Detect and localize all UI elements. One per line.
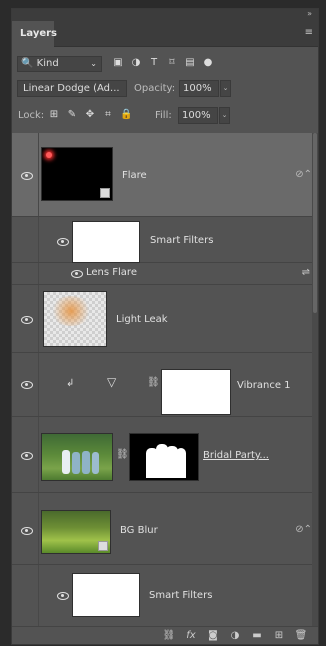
smart-filters-bg-blur[interactable]: Smart Filters	[12, 565, 318, 628]
layer-mask-thumbnail	[129, 433, 199, 481]
layer-thumbnail	[41, 147, 113, 201]
lock-transparent-pixels-icon[interactable]: ⊞	[48, 109, 60, 121]
smart-filter-link-icon[interactable]: ⊘⌃	[295, 524, 312, 535]
delete-layer-icon[interactable]: 🗑	[294, 629, 308, 643]
photo-figure	[72, 452, 80, 474]
adjustment-filter-icon[interactable]: ◑	[130, 57, 142, 69]
panel-menu-icon[interactable]: ≡	[305, 27, 313, 38]
lock-image-pixels-icon[interactable]: ✎	[66, 109, 78, 121]
link-icon[interactable]: ⛓	[116, 449, 129, 460]
light-leak-glow	[50, 296, 92, 326]
opacity-dropdown-icon[interactable]: ⌄	[220, 80, 231, 97]
link-icon[interactable]: ⛓	[147, 377, 160, 388]
fill-input[interactable]: 100%	[178, 107, 218, 124]
lock-artboard-icon[interactable]: ⌗	[102, 109, 114, 121]
smart-filter-mask-thumbnail	[72, 573, 140, 617]
panel-title-bar[interactable]: »	[12, 9, 318, 21]
type-filter-icon[interactable]: T	[148, 57, 160, 69]
filter-name: Lens Flare	[86, 267, 137, 278]
kind-filter-select[interactable]: 🔍 Kind ⌄	[17, 56, 102, 72]
clip-arrow-icon: ↲	[66, 378, 75, 389]
opacity-label: Opacity:	[134, 83, 176, 94]
layer-name[interactable]: Light Leak	[116, 314, 168, 325]
layer-bridal-party[interactable]: ⛓ Bridal Party...	[12, 417, 318, 493]
visibility-eye-icon[interactable]	[20, 315, 34, 325]
photo-figure	[82, 451, 90, 474]
lock-all-icon[interactable]: 🔒	[120, 109, 132, 121]
layer-light-leak[interactable]: Light Leak	[12, 285, 318, 353]
lock-row: Lock: ⊞ ✎ ✥ ⌗ 🔒 Fill: 100% ⌄	[12, 106, 318, 126]
smart-filter-mask-thumbnail	[72, 221, 140, 263]
layer-thumbnail	[43, 291, 107, 347]
visibility-eye-icon[interactable]	[20, 380, 34, 390]
filter-lens-flare[interactable]: Lens Flare ⇌	[12, 263, 318, 285]
layer-thumbnail	[41, 510, 111, 554]
filter-toggle-icon[interactable]: ●	[202, 57, 214, 69]
tab-layers[interactable]: Layers	[12, 21, 57, 47]
adjustment-mask-thumbnail	[161, 369, 231, 415]
kind-filter-label: Kind	[36, 58, 59, 69]
photo-figure	[62, 450, 70, 474]
layers-scrollbar[interactable]	[312, 133, 318, 628]
opacity-input[interactable]: 100%	[179, 80, 219, 97]
new-layer-icon[interactable]: ⊞	[272, 629, 286, 643]
fill-label: Fill:	[155, 110, 172, 121]
vibrance-adjustment-icon: ▽	[107, 375, 117, 389]
layers-list: Flare ⊘⌃ Smart Filters Lens Flare ⇌ Ligh…	[12, 133, 318, 628]
smart-filters-flare[interactable]: Smart Filters	[12, 217, 318, 263]
visibility-eye-icon[interactable]	[20, 451, 34, 461]
blend-row: Linear Dodge (Ad... Opacity: 100% ⌄	[12, 79, 318, 99]
add-mask-icon[interactable]: ◙	[206, 629, 220, 643]
smart-filters-label: Smart Filters	[150, 235, 214, 246]
panel-tab-row: Layers ≡	[12, 21, 318, 47]
layer-name[interactable]: Vibrance 1	[237, 380, 291, 391]
photo-figure	[92, 452, 99, 474]
layer-name[interactable]: BG Blur	[120, 525, 158, 536]
lock-label: Lock:	[18, 110, 45, 121]
layer-gutter	[38, 217, 39, 262]
blend-mode-select[interactable]: Linear Dodge (Ad...	[17, 80, 127, 97]
visibility-eye-icon[interactable]	[20, 171, 34, 181]
collapse-icon[interactable]: »	[307, 9, 312, 18]
smart-object-badge-icon	[100, 188, 110, 198]
image-filter-icon[interactable]: ▣	[112, 57, 124, 69]
layer-thumbnail	[41, 433, 113, 481]
visibility-eye-icon[interactable]	[20, 526, 34, 536]
smart-filter-link-icon[interactable]: ⊘⌃	[295, 169, 312, 180]
link-layers-icon[interactable]: ⛓	[162, 629, 176, 643]
shape-filter-icon[interactable]: ⌑	[166, 57, 178, 69]
layers-bottom-toolbar: ⛓ fx ◙ ◑ ▬ ⊞ 🗑	[12, 626, 318, 644]
smart-filters-label: Smart Filters	[149, 590, 213, 601]
layer-vibrance[interactable]: ↲ ▽ ⛓ Vibrance 1	[12, 353, 318, 417]
layer-gutter	[38, 285, 39, 352]
layer-gutter	[38, 263, 39, 284]
mask-silhouette	[176, 448, 186, 478]
lock-position-icon[interactable]: ✥	[84, 109, 96, 121]
layer-gutter	[38, 565, 39, 628]
new-group-folder-icon[interactable]: ▬	[250, 629, 264, 643]
visibility-eye-icon[interactable]	[56, 237, 70, 247]
layer-gutter	[38, 353, 39, 416]
filter-row: 🔍 Kind ⌄ ▣ ◑ T ⌑ ▤ ●	[12, 54, 318, 74]
layer-style-fx-icon[interactable]: fx	[184, 629, 198, 643]
smart-object-filter-icon[interactable]: ▤	[184, 57, 196, 69]
layer-gutter	[38, 493, 39, 564]
layer-bg-blur[interactable]: BG Blur ⊘⌃	[12, 493, 318, 565]
smart-object-badge-icon	[98, 541, 108, 551]
layer-flare[interactable]: Flare ⊘⌃	[12, 133, 318, 217]
flare-glow	[46, 152, 52, 158]
layer-gutter	[38, 417, 39, 492]
visibility-eye-icon[interactable]	[56, 591, 70, 601]
layer-name[interactable]: Flare	[122, 170, 147, 181]
new-adjustment-layer-icon[interactable]: ◑	[228, 629, 242, 643]
layers-panel: » Layers ≡ 🔍 Kind ⌄ ▣ ◑ T ⌑ ▤ ● Linear D…	[11, 8, 319, 645]
layer-gutter	[38, 133, 39, 216]
chevron-down-icon: ⌄	[90, 59, 97, 68]
search-icon: 🔍	[21, 58, 34, 69]
layer-name[interactable]: Bridal Party...	[203, 450, 269, 461]
filter-options-icon[interactable]: ⇌	[302, 267, 310, 278]
scroll-thumb[interactable]	[313, 133, 317, 313]
fill-dropdown-icon[interactable]: ⌄	[219, 107, 230, 124]
visibility-eye-icon[interactable]	[70, 269, 84, 279]
